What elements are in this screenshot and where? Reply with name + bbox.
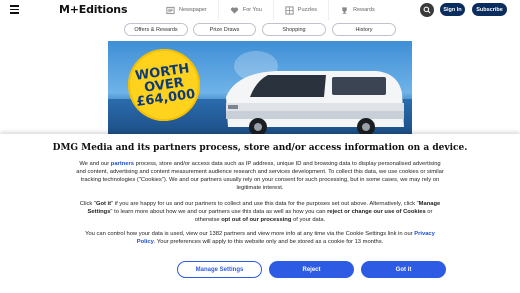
cookie-consent-dialog: DMG Media and its partners process, stor… bbox=[0, 134, 520, 293]
nav-label: For You bbox=[242, 7, 262, 13]
promo-banner[interactable]: WORTH OVER £64,000 bbox=[108, 41, 412, 135]
nav-for-you[interactable]: For You bbox=[217, 0, 273, 20]
bold-text: opt out of our processing bbox=[221, 217, 292, 223]
text: Click " bbox=[79, 201, 96, 207]
site-logo[interactable]: M+Editions bbox=[59, 3, 127, 16]
search-button[interactable] bbox=[420, 3, 434, 17]
main-nav: Newspaper For You Puzzles Rewards bbox=[166, 0, 386, 20]
consent-paragraph-2: Click "Got it" if you are happy for us a… bbox=[76, 200, 444, 224]
consent-paragraph-3: You can control how your data is used, v… bbox=[76, 230, 444, 246]
bold-text: Got it bbox=[95, 201, 112, 207]
manage-settings-button[interactable]: Manage Settings bbox=[177, 261, 262, 278]
newspaper-icon bbox=[166, 6, 175, 15]
reject-button[interactable]: Reject bbox=[269, 261, 354, 278]
text: We and our bbox=[79, 161, 111, 167]
puzzle-icon bbox=[285, 5, 294, 15]
nav-label: Rewards bbox=[353, 7, 375, 13]
text: " to learn more about how we and our par… bbox=[110, 209, 328, 215]
partners-link[interactable]: partners bbox=[111, 161, 134, 167]
search-icon bbox=[423, 1, 431, 19]
nav-label: Newspaper bbox=[179, 7, 207, 13]
nav-label: Puzzles bbox=[297, 7, 318, 13]
heart-icon bbox=[230, 6, 239, 15]
text: You can control how your data is used, v… bbox=[85, 231, 415, 237]
top-bar: M+Editions Newspaper For You Puzzles Rew… bbox=[0, 0, 520, 20]
consent-title: DMG Media and its partners process, stor… bbox=[52, 143, 468, 153]
tab-shopping[interactable]: Shopping bbox=[262, 23, 326, 36]
text: . Your preferences will apply to this we… bbox=[153, 239, 384, 245]
tab-offers-rewards[interactable]: Offers & Rewards bbox=[124, 23, 188, 36]
nav-rewards[interactable]: Rewards bbox=[328, 0, 386, 20]
nav-newspaper[interactable]: Newspaper bbox=[166, 0, 218, 20]
sign-in-button[interactable]: Sign In bbox=[440, 3, 465, 16]
text: of your data. bbox=[291, 217, 326, 223]
consent-paragraph-1: We and our partners process, store and/o… bbox=[76, 160, 444, 192]
bold-text: reject or change our use of Cookies bbox=[327, 209, 426, 215]
text: " if you are happy for us and our partne… bbox=[111, 201, 419, 207]
campervan-image bbox=[226, 71, 404, 135]
tab-history[interactable]: History bbox=[332, 23, 396, 36]
subscribe-button[interactable]: Subscribe bbox=[472, 3, 507, 16]
section-tabs: Offers & Rewards Prize Draws Shopping Hi… bbox=[0, 23, 520, 36]
got-it-button[interactable]: Got it bbox=[361, 261, 446, 278]
nav-puzzles[interactable]: Puzzles bbox=[272, 0, 328, 20]
tab-prize-draws[interactable]: Prize Draws bbox=[193, 23, 256, 36]
trophy-icon bbox=[340, 6, 349, 15]
menu-icon[interactable] bbox=[10, 5, 19, 14]
